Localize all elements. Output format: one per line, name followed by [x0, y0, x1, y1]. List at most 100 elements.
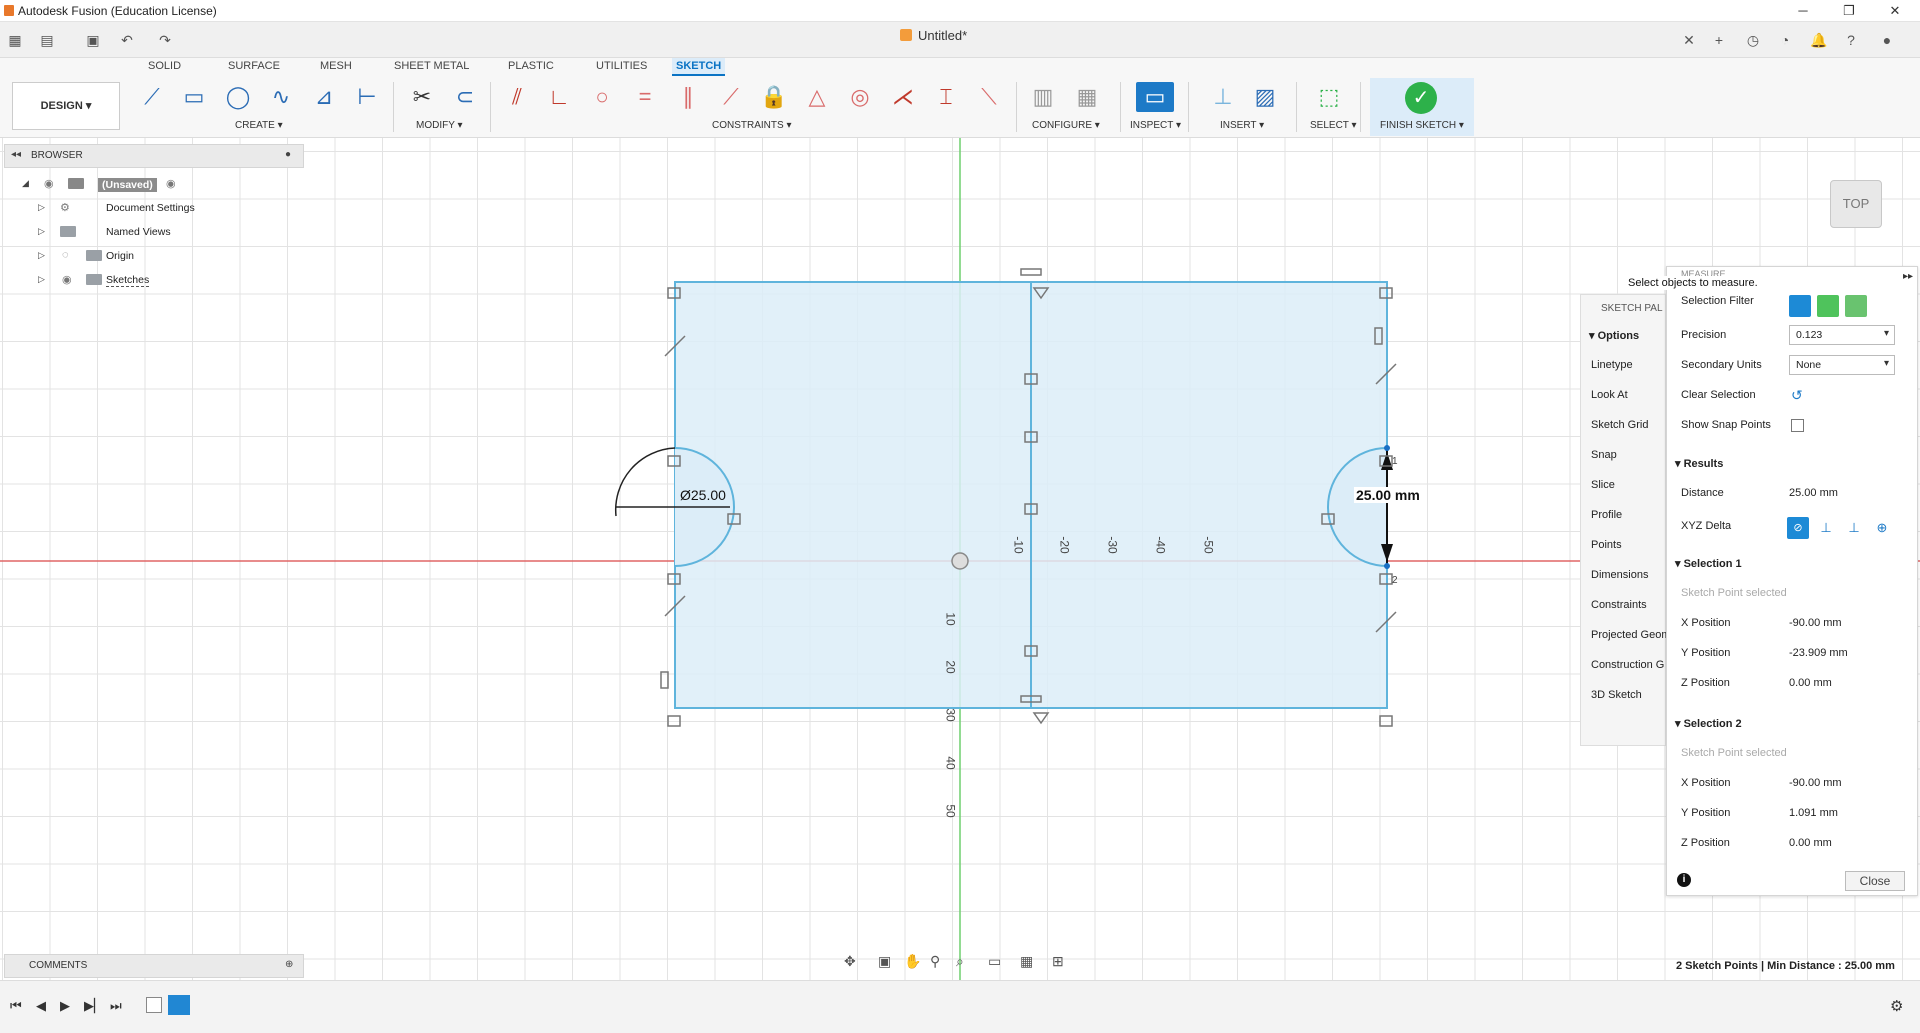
fit-icon[interactable]: ⌕	[956, 953, 964, 970]
tree-item-sketches[interactable]: ▷ ◉ Sketches	[20, 269, 190, 291]
insert-image-icon[interactable]: ▨	[1248, 82, 1282, 112]
dimension-tool-icon[interactable]: ⊢	[350, 82, 384, 112]
previous-step-icon[interactable]: ◀	[36, 998, 46, 1014]
new-tab-icon[interactable]: +	[1710, 31, 1728, 49]
line-tool-icon[interactable]: ⟋	[135, 82, 169, 112]
notifications-icon[interactable]: 🔔	[1810, 31, 1828, 49]
rectangle-tool-icon[interactable]: ▭	[177, 82, 211, 112]
close-window-button[interactable]: ✕	[1872, 0, 1918, 22]
last-step-icon[interactable]: ⏭	[110, 998, 122, 1014]
modify-menu[interactable]: MODIFY ▾	[416, 120, 463, 131]
offset-tool-icon[interactable]: ⊂	[448, 82, 482, 112]
browser-pin-icon[interactable]: ●	[285, 149, 291, 160]
tangent-icon[interactable]: ○	[585, 82, 619, 112]
timeline-active-sketch-icon[interactable]	[168, 995, 190, 1015]
parallel-icon[interactable]: ∥	[671, 82, 705, 112]
close-tab-icon[interactable]: ✕	[1680, 31, 1698, 49]
workspace-switcher[interactable]: DESIGN ▾	[12, 82, 120, 130]
visibility-eye-icon[interactable]: ◉	[62, 273, 72, 286]
expand-triangle-icon[interactable]: ▷	[38, 202, 45, 213]
precision-select[interactable]: 0.123	[1789, 325, 1895, 345]
expand-triangle-icon[interactable]: ▷	[38, 226, 45, 237]
delta-y-icon[interactable]: ⊥	[1843, 517, 1865, 539]
tree-item-document-settings[interactable]: ▷ ⚙ Document Settings	[20, 197, 195, 219]
tab-mesh[interactable]: MESH	[316, 58, 356, 76]
palette-item-sketch-grid[interactable]: Sketch Grid	[1591, 419, 1648, 431]
measure-icon[interactable]: ▭	[1136, 82, 1174, 112]
palette-item-projected-geometries[interactable]: Projected Geom	[1591, 629, 1667, 641]
filter-body-icon[interactable]	[1817, 295, 1839, 317]
tree-item-named-views[interactable]: ▷ Named Views	[20, 221, 190, 243]
equal-icon[interactable]: =	[628, 82, 662, 112]
add-comment-icon[interactable]: ⊕	[285, 959, 293, 970]
mirror-tool-icon[interactable]: ⊿	[307, 82, 341, 112]
spline-tool-icon[interactable]: ∿	[264, 82, 298, 112]
job-status-icon[interactable]: ◔	[1776, 31, 1794, 49]
look-at-icon[interactable]: ▣	[878, 953, 891, 970]
select-window-icon[interactable]: ⬚	[1312, 82, 1346, 112]
selection1-section[interactable]: ▾ Selection 1	[1675, 557, 1742, 570]
horizontal-vertical-icon[interactable]: ⌶	[929, 82, 963, 112]
create-menu[interactable]: CREATE ▾	[235, 120, 283, 131]
timeline-sketch-feature-icon[interactable]	[146, 997, 162, 1013]
palette-item-dimensions[interactable]: Dimensions	[1591, 569, 1648, 581]
circle-tool-icon[interactable]: ◯	[221, 82, 255, 112]
minimize-button[interactable]: ─	[1780, 0, 1826, 22]
browser-panel-header[interactable]: ◂◂ BROWSER ●	[4, 144, 304, 168]
finish-sketch-button[interactable]: ✓ FINISH SKETCH ▾	[1370, 78, 1474, 136]
extensions-icon[interactable]: ◷	[1744, 31, 1762, 49]
tab-utilities[interactable]: UTILITIES	[592, 58, 651, 76]
app-grid-icon[interactable]: ▦	[6, 31, 24, 49]
fix-lock-icon[interactable]: 🔒	[757, 82, 791, 112]
info-icon[interactable]: i	[1677, 873, 1691, 887]
palette-item-linetype[interactable]: Linetype	[1591, 359, 1633, 371]
collinear-icon[interactable]: ⟋	[714, 82, 748, 112]
first-step-icon[interactable]: ⏮	[10, 998, 22, 1014]
viewcube[interactable]: TOP	[1830, 180, 1882, 228]
palette-item-3d-sketch[interactable]: 3D Sketch	[1591, 689, 1642, 701]
palette-item-constraints[interactable]: Constraints	[1591, 599, 1647, 611]
undo-icon[interactable]: ↶	[118, 31, 136, 49]
zoom-icon[interactable]: ⚲	[930, 953, 940, 970]
delta-z-icon[interactable]: ⊕	[1871, 517, 1893, 539]
activate-radio-icon[interactable]: ◉	[166, 177, 176, 190]
expand-triangle-icon[interactable]: ▷	[38, 250, 45, 261]
palette-item-slice[interactable]: Slice	[1591, 479, 1615, 491]
table-icon[interactable]: ▦	[1070, 82, 1104, 112]
results-section[interactable]: ▾ Results	[1675, 457, 1723, 470]
timeline-settings-gear-icon[interactable]: ⚙	[1890, 997, 1903, 1015]
inspect-menu[interactable]: INSPECT ▾	[1130, 120, 1181, 131]
trim-tool-icon[interactable]: ✂	[405, 82, 439, 112]
collapse-triangle-icon[interactable]: ◢	[22, 178, 29, 189]
secondary-units-select[interactable]: None	[1789, 355, 1895, 375]
tree-item-unsaved[interactable]: ◢ ◉ (Unsaved) ◉	[20, 173, 190, 195]
filter-component-icon[interactable]	[1845, 295, 1867, 317]
collapse-browser-icon[interactable]: ◂◂	[11, 149, 21, 160]
options-section[interactable]: ▾ Options	[1589, 329, 1639, 342]
grid-settings-icon[interactable]: ▦	[1020, 953, 1033, 970]
orbit-icon[interactable]: ✥	[844, 953, 856, 970]
diameter-dimension-label[interactable]: Ø25.00	[680, 487, 726, 503]
palette-item-profile[interactable]: Profile	[1591, 509, 1622, 521]
insert-derive-icon[interactable]: ⊥	[1206, 82, 1240, 112]
display-settings-icon[interactable]: ▭	[988, 953, 1001, 970]
tree-item-origin[interactable]: ▷ ◌ Origin	[20, 245, 190, 267]
viewports-icon[interactable]: ⊞	[1052, 953, 1064, 970]
palette-item-look-at[interactable]: Look At	[1591, 389, 1628, 401]
clear-selection-icon[interactable]: ↺	[1791, 387, 1803, 404]
pan-icon[interactable]: ✋	[904, 953, 921, 970]
document-tab[interactable]: Untitled*	[900, 28, 967, 43]
visibility-eye-icon[interactable]: ◌	[62, 249, 69, 261]
configure-icon[interactable]: ▥	[1026, 82, 1060, 112]
play-icon[interactable]: ▶	[60, 998, 70, 1014]
file-menu-icon[interactable]: ▤	[38, 31, 56, 49]
avatar[interactable]: ●	[1878, 31, 1896, 49]
curvature-icon[interactable]: ⟍	[972, 82, 1006, 112]
save-icon[interactable]: ▣	[84, 31, 102, 49]
next-step-icon[interactable]: ▶▏	[84, 998, 104, 1014]
constraints-menu[interactable]: CONSTRAINTS ▾	[712, 120, 791, 131]
close-button[interactable]: Close	[1845, 871, 1905, 891]
palette-item-points[interactable]: Points	[1591, 539, 1622, 551]
tab-sketch[interactable]: SKETCH	[672, 58, 726, 76]
configure-menu[interactable]: CONFIGURE ▾	[1032, 120, 1100, 131]
